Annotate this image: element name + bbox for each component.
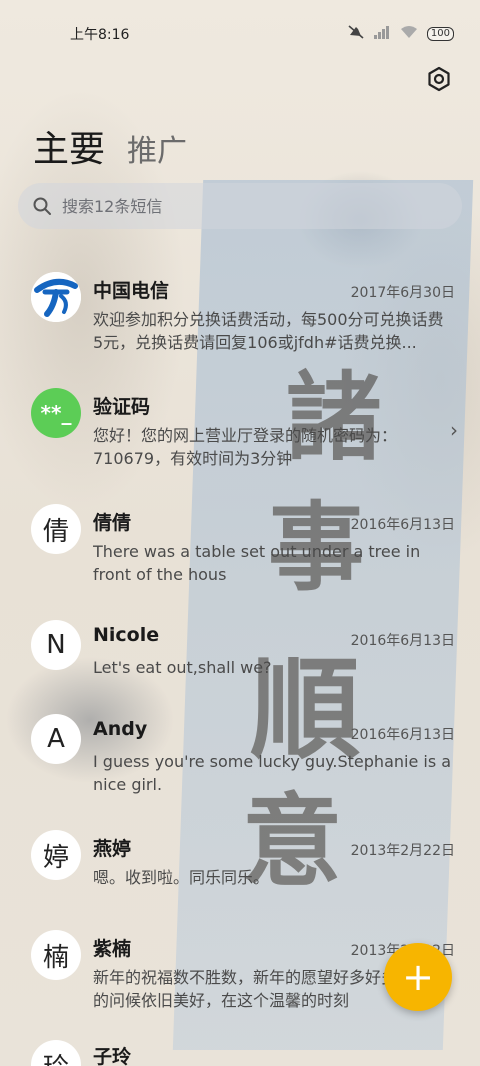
contact-name: Nicole [93, 624, 160, 646]
battery-icon: 100 [426, 26, 454, 41]
verification-avatar: **_ [31, 388, 81, 438]
status-time: 上午8:16 [70, 27, 130, 43]
contact-name: Andy [93, 718, 148, 740]
avatar: 倩 [31, 504, 81, 554]
mute-icon [347, 24, 365, 43]
contact-name: 燕婷 [93, 838, 132, 860]
status-icons: 100 [347, 24, 454, 43]
contact-name: 验证码 [93, 396, 151, 418]
conversation-item[interactable]: 婷 燕婷 2013年2月22日 嗯。收到啦。同乐同乐。 [0, 820, 480, 910]
messages-screen: 諸 事 順 意 上午8:16 100 主要 推广 搜索12条短信 中国电信 20… [0, 0, 480, 1066]
telecom-logo-icon [31, 272, 81, 322]
conversation-item[interactable]: 玲 子玲 [0, 1036, 480, 1066]
message-preview: 您好！您的网上营业厅登录的随机密码为：710679，有效时间为3分钟 [93, 426, 398, 468]
wifi-icon [399, 25, 419, 42]
message-date: 2017年6月30日 [350, 285, 455, 301]
contact-name: 子玲 [93, 1046, 132, 1066]
tab-promo[interactable]: 推广 [127, 126, 187, 170]
message-date: 2016年6月13日 [350, 517, 455, 533]
contact-name: 倩倩 [93, 512, 132, 534]
search-icon [33, 197, 51, 215]
message-preview: 嗯。收到啦。同乐同乐。 [93, 868, 270, 887]
message-date: 2016年6月13日 [350, 727, 455, 743]
message-preview: Let's eat out,shall we? [93, 658, 272, 677]
conversation-item[interactable]: A Andy 2016年6月13日 I guess you're some lu… [0, 704, 480, 814]
new-message-button[interactable]: + [384, 943, 452, 1011]
signal-icon [373, 25, 391, 42]
status-bar: 上午8:16 100 [0, 0, 480, 64]
telecom-logo-avatar [31, 272, 81, 322]
category-tabs: 主要 推广 [33, 120, 187, 172]
conversation-item[interactable]: 倩 倩倩 2016年6月13日 There was a table set ou… [0, 494, 480, 604]
settings-gear-icon[interactable] [426, 66, 452, 92]
search-bar[interactable] [18, 183, 462, 229]
message-preview: 欢迎参加积分兑换话费活动，每500分可兑换话费5元，兑换话费请回复106或jfd… [93, 310, 444, 352]
avatar: 楠 [31, 930, 81, 980]
conversation-item[interactable]: N Nicole 2016年6月13日 Let's eat out,shall … [0, 610, 480, 700]
avatar: A [31, 714, 81, 764]
message-preview: I guess you're some lucky guy.Stephanie … [93, 752, 452, 794]
chevron-right-icon: › [450, 418, 458, 442]
contact-name: 中国电信 [93, 280, 170, 302]
search-input[interactable] [60, 195, 424, 217]
avatar: 婷 [31, 830, 81, 880]
message-date: 2016年6月13日 [350, 633, 455, 649]
tab-main[interactable]: 主要 [33, 120, 105, 172]
conversation-item[interactable]: **_ 验证码 您好！您的网上营业厅登录的随机密码为：710679，有效时间为3… [0, 378, 480, 488]
contact-name: 紫楠 [93, 938, 132, 960]
avatar: N [31, 620, 81, 670]
message-preview: There was a table set out under a tree i… [93, 542, 421, 584]
message-date: 2013年2月22日 [350, 843, 455, 859]
avatar: 玲 [31, 1040, 81, 1066]
conversation-item[interactable]: 中国电信 2017年6月30日 欢迎参加积分兑换话费活动，每500分可兑换话费5… [0, 262, 480, 372]
